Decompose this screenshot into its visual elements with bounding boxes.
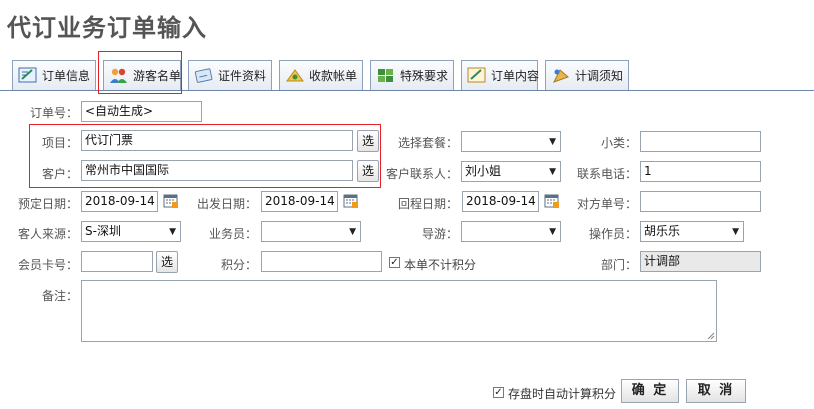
notice-icon xyxy=(552,69,569,83)
tab-order-info[interactable]: 订单信息 xyxy=(12,60,96,90)
chevron-down-icon: ▼ xyxy=(549,137,556,147)
resize-grip-icon[interactable] xyxy=(707,332,715,340)
chevron-down-icon: ▼ xyxy=(349,227,356,237)
auto-points-label: 存盘时自动计算积分 xyxy=(508,387,617,401)
order-info-icon xyxy=(18,67,37,83)
phone-label: 联系电话： xyxy=(576,167,637,181)
depart-date-label: 出发日期： xyxy=(196,197,257,211)
remark-textarea[interactable] xyxy=(81,280,717,342)
department-label: 部门： xyxy=(600,258,637,272)
contact-label: 客户联系人： xyxy=(385,167,458,181)
chevron-down-icon: ▼ xyxy=(549,167,556,177)
tab-special-request[interactable]: 特殊要求 xyxy=(370,60,454,90)
book-date-field[interactable]: 2018-09-14 xyxy=(81,191,158,212)
source-select[interactable]: S-深圳 ▼ xyxy=(81,221,181,242)
confirm-button[interactable]: 确 定 xyxy=(621,379,679,403)
member-card-label: 会员卡号： xyxy=(17,258,78,272)
subcategory-label: 小类： xyxy=(600,136,637,150)
member-card-select-button[interactable]: 选 xyxy=(156,251,178,273)
book-date-label: 预定日期： xyxy=(17,197,78,211)
operator-select[interactable]: 胡乐乐 ▼ xyxy=(640,221,744,242)
special-request-icon xyxy=(378,69,393,82)
guide-label: 导游： xyxy=(421,227,458,241)
contact-select[interactable]: 刘小姐 ▼ xyxy=(461,161,561,182)
calendar-icon[interactable] xyxy=(544,193,560,209)
order-content-icon xyxy=(467,67,486,83)
points-field[interactable] xyxy=(261,251,382,272)
order-no-label: 订单号： xyxy=(29,106,78,120)
tab-highlight-box xyxy=(98,51,182,94)
page-title: 代订业务订单输入 xyxy=(7,14,207,42)
project-label: 项目： xyxy=(41,136,78,150)
calendar-icon[interactable] xyxy=(343,193,359,209)
phone-field[interactable]: 1 xyxy=(640,161,761,182)
auto-points-checkbox[interactable]: ✓ xyxy=(493,387,504,398)
package-select[interactable]: ▼ xyxy=(461,131,561,152)
points-label: 积分： xyxy=(220,258,257,272)
order-no-field[interactable]: <自动生成> xyxy=(81,101,202,122)
chevron-down-icon: ▼ xyxy=(169,227,176,237)
no-points-checkbox[interactable]: ✓ xyxy=(389,257,400,268)
return-date-field[interactable]: 2018-09-14 xyxy=(462,191,539,212)
tab-order-content[interactable]: 订单内容 xyxy=(461,60,539,90)
guide-select[interactable]: ▼ xyxy=(461,221,561,242)
no-points-label: 本单不计积分 xyxy=(404,258,477,272)
cancel-button[interactable]: 取 消 xyxy=(686,379,746,403)
chevron-down-icon: ▼ xyxy=(549,227,556,237)
salesman-label: 业务员： xyxy=(208,227,257,241)
counter-no-label: 对方单号： xyxy=(576,197,637,211)
payment-bill-icon xyxy=(286,69,304,82)
salesman-select[interactable]: ▼ xyxy=(261,221,361,242)
remark-label: 备注： xyxy=(41,289,78,303)
calendar-icon[interactable] xyxy=(163,193,179,209)
source-label: 客人来源： xyxy=(17,227,78,241)
tab-notice[interactable]: 计调须知 xyxy=(545,60,629,90)
customer-label: 客户： xyxy=(41,167,78,181)
return-date-label: 回程日期： xyxy=(397,197,458,211)
customer-field[interactable]: 常州市中国国际 xyxy=(81,160,353,181)
subcategory-field[interactable] xyxy=(640,131,761,152)
package-label: 选择套餐： xyxy=(397,136,458,150)
tab-documents[interactable]: 证件资料 xyxy=(188,60,272,90)
operator-value: 胡乐乐 xyxy=(644,224,681,238)
counter-no-field[interactable] xyxy=(640,191,761,212)
project-select-button[interactable]: 选 xyxy=(357,130,379,152)
tab-payment-bill[interactable]: 收款帐单 xyxy=(279,60,363,90)
contact-value: 刘小姐 xyxy=(465,164,502,178)
chevron-down-icon: ▼ xyxy=(732,227,739,237)
department-field: 计调部 xyxy=(640,251,761,272)
depart-date-field[interactable]: 2018-09-14 xyxy=(261,191,338,212)
source-value: S-深圳 xyxy=(85,224,121,238)
customer-select-button[interactable]: 选 xyxy=(357,160,379,182)
document-icon xyxy=(194,68,213,83)
project-field[interactable]: 代订门票 xyxy=(81,130,353,151)
operator-label: 操作员： xyxy=(588,227,637,241)
member-card-field[interactable] xyxy=(81,251,153,272)
